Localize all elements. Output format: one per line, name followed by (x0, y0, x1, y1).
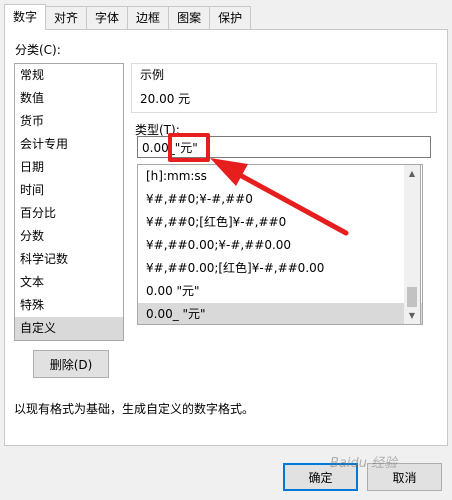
sample-label: 示例 (140, 68, 165, 82)
category-label: 分类(C): (15, 43, 61, 57)
category-list[interactable]: 常规 数值 货币 会计专用 日期 时间 百分比 分数 科学记数 文本 特殊 自定… (14, 63, 124, 341)
category-item-number[interactable]: 数值 (15, 87, 123, 110)
delete-button[interactable]: 删除(D) (33, 350, 109, 378)
category-item-text[interactable]: 文本 (15, 271, 123, 294)
tab-font[interactable]: 字体 (86, 6, 129, 30)
tab-protection[interactable]: 保护 (209, 6, 252, 30)
tab-border[interactable]: 边框 (127, 6, 170, 30)
tab-strip: 数字 对齐 字体 边框 图案 保护 (4, 4, 252, 30)
scroll-up-arrow-icon[interactable]: ▲ (404, 165, 420, 182)
sample-group: 示例 20.00 元 (131, 63, 437, 113)
scroll-down-arrow-icon[interactable]: ▼ (404, 307, 420, 324)
format-list-scrollbar[interactable]: ▲ ▼ (404, 164, 421, 325)
format-item[interactable]: ¥#,##0;[红色]¥-#,##0 (138, 211, 422, 234)
category-item-general[interactable]: 常规 (15, 64, 123, 87)
ok-button[interactable]: 确定 (283, 463, 358, 491)
category-item-accounting[interactable]: 会计专用 (15, 133, 123, 156)
number-tab-panel: 分类(C): 常规 数值 货币 会计专用 日期 时间 百分比 分数 科学记数 文… (4, 29, 448, 446)
cancel-button[interactable]: 取消 (367, 463, 442, 491)
description-text: 以现有格式为基础，生成自定义的数字格式。 (14, 402, 255, 416)
format-item[interactable]: ¥#,##0.00;[红色]¥-#,##0.00 (138, 257, 422, 280)
format-item[interactable]: 0.00 "元" (138, 280, 422, 303)
tab-number[interactable]: 数字 (4, 4, 47, 30)
category-item-currency[interactable]: 货币 (15, 110, 123, 133)
category-item-scientific[interactable]: 科学记数 (15, 248, 123, 271)
category-item-percentage[interactable]: 百分比 (15, 202, 123, 225)
category-item-fraction[interactable]: 分数 (15, 225, 123, 248)
format-item[interactable]: [h]:mm:ss (138, 165, 422, 188)
type-input[interactable] (137, 136, 431, 158)
format-list[interactable]: [h]:mm:ss ¥#,##0;¥-#,##0 ¥#,##0;[红色]¥-#,… (137, 164, 423, 325)
format-item-selected[interactable]: 0.00_ "元" (138, 303, 422, 324)
tab-alignment[interactable]: 对齐 (45, 6, 88, 30)
tab-pattern[interactable]: 图案 (168, 6, 211, 30)
category-item-time[interactable]: 时间 (15, 179, 123, 202)
format-item[interactable]: ¥#,##0;¥-#,##0 (138, 188, 422, 211)
format-item[interactable]: ¥#,##0.00;¥-#,##0.00 (138, 234, 422, 257)
category-item-custom[interactable]: 自定义 (15, 317, 123, 340)
scrollbar-thumb[interactable] (407, 287, 417, 307)
sample-value: 20.00 元 (140, 92, 191, 106)
category-item-special[interactable]: 特殊 (15, 294, 123, 317)
category-item-date[interactable]: 日期 (15, 156, 123, 179)
